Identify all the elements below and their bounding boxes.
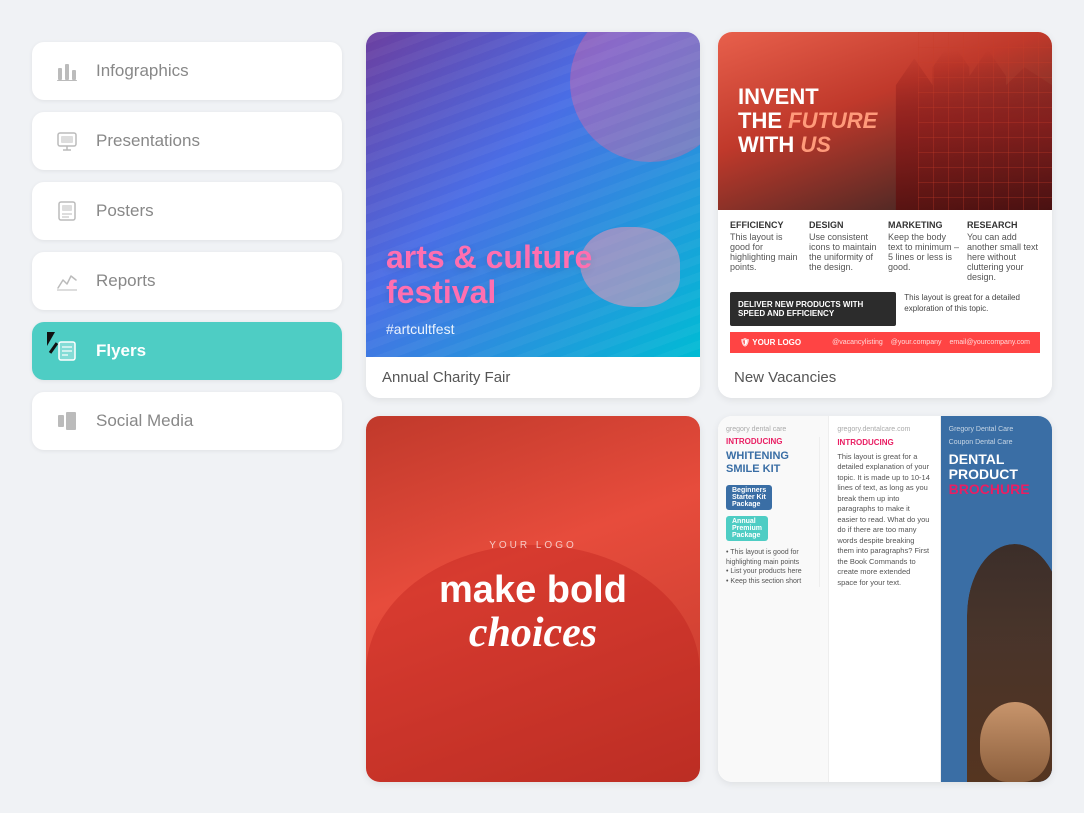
person-bg — [967, 544, 1052, 782]
arts-festival-card[interactable]: arts & culture festival #artcultfest Ann… — [366, 32, 700, 398]
arts-hashtag: #artcultfest — [386, 321, 680, 337]
posters-icon — [54, 200, 80, 222]
presentations-icon — [54, 130, 80, 152]
smile-kit-title: WHITENINGSMILE KIT — [726, 450, 819, 476]
dark-box: DELIVER NEW PRODUCTS WITH SPEED AND EFFI… — [730, 292, 896, 326]
tag-premium: AnnualPremiumPackage — [726, 516, 768, 541]
new-vacancies-card[interactable]: INVENTTHE FUTUREWITH US EFFICIENCY This … — [718, 32, 1052, 398]
sidebar-item-reports[interactable]: Reports — [32, 252, 342, 310]
feature-marketing: MARKETING Keep the body text to minimum … — [888, 220, 961, 282]
main-container: Infographics Presentations — [12, 12, 1072, 802]
social-link-3: email@yourcompany.com — [949, 339, 1030, 346]
tag-beginners: BeginnersStarter KitPackage — [726, 485, 772, 510]
city-background: INVENTTHE FUTUREWITH US — [718, 32, 1052, 211]
sidebar-item-reports-label: Reports — [96, 271, 156, 291]
mid-body-text: This layout is great for a detailed expl… — [837, 452, 931, 589]
arts-festival-label: Annual Charity Fair — [366, 357, 700, 398]
grid-overlay — [918, 32, 1052, 211]
arts-festival-image: arts & culture festival #artcultfest — [366, 32, 700, 357]
arts-title: arts & culture festival — [386, 240, 680, 310]
sidebar-item-posters-label: Posters — [96, 201, 154, 221]
vacancies-subbox: DELIVER NEW PRODUCTS WITH SPEED AND EFFI… — [730, 292, 1040, 326]
content-grid: arts & culture festival #artcultfest Ann… — [366, 32, 1052, 782]
sidebar-item-social-media-label: Social Media — [96, 411, 193, 431]
feature-design: DESIGN Use consistent icons to maintain … — [809, 220, 882, 282]
sidebar-item-social-media[interactable]: Social Media — [32, 392, 342, 450]
dental-brochure-title: DENTALPRODUCTBROCHURE — [949, 452, 1044, 498]
sidebar: Infographics Presentations — [32, 32, 342, 782]
vacancies-footer: 🛡 YOUR LOGO @vacancylisting @your.compan… — [730, 332, 1040, 353]
sidebar-item-infographics[interactable]: Infographics — [32, 42, 342, 100]
vacancies-headline: INVENTTHE FUTUREWITH US — [738, 85, 877, 158]
dental-image: gregory dental care INTRODUCING WHITENIN… — [718, 416, 1052, 782]
bold-choices-card[interactable]: YOUR LOGO make bold choices — [366, 416, 700, 782]
social-link-1: @vacancylisting — [832, 339, 883, 346]
headline-text: INVENTTHE FUTUREWITH US — [738, 85, 877, 158]
feature-efficiency: EFFICIENCY This layout is good for highl… — [730, 220, 803, 282]
dental-right-header: Gregory Dental Care — [949, 426, 1044, 433]
introducing-label: INTRODUCING — [726, 437, 819, 446]
vacancies-bottom: EFFICIENCY This layout is good for highl… — [718, 210, 1052, 356]
cursor-indicator — [47, 332, 69, 360]
sidebar-item-infographics-label: Infographics — [96, 61, 189, 81]
infographics-icon — [54, 60, 80, 82]
dental-tags: BeginnersStarter KitPackage AnnualPremiu… — [726, 482, 819, 544]
sidebar-item-presentations-label: Presentations — [96, 131, 200, 151]
dental-middle: gregory.dentalcare.com INTRODUCING This … — [829, 416, 940, 782]
vacancies-content: INVENTTHE FUTUREWITH US EFFICIENCY This … — [718, 32, 1052, 357]
features-grid: EFFICIENCY This layout is good for highl… — [730, 220, 1040, 282]
dental-mid-header: gregory.dentalcare.com — [837, 426, 931, 433]
reports-icon — [54, 270, 80, 292]
dental-person-image — [967, 544, 1052, 782]
sidebar-item-flyers[interactable]: Flyers — [32, 322, 342, 380]
social-link-2: @your.company — [891, 339, 942, 346]
arts-card-content: arts & culture festival #artcultfest — [366, 32, 700, 357]
person-face — [980, 702, 1050, 782]
dental-whitening: INTRODUCING WHITENINGSMILE KIT Beginners… — [726, 437, 820, 588]
new-vacancies-label: New Vacancies — [718, 357, 1052, 398]
dental-left: gregory dental care INTRODUCING WHITENIN… — [718, 416, 829, 782]
bold-logo: YOUR LOGO — [489, 540, 577, 551]
social-media-icon — [54, 410, 80, 432]
feature-research: RESEARCH You can add another small text … — [967, 220, 1040, 282]
new-vacancies-image: INVENTTHE FUTUREWITH US EFFICIENCY This … — [718, 32, 1052, 357]
bold-make-text: make bold — [439, 571, 627, 609]
social-links: @vacancylisting @your.company email@your… — [832, 339, 1030, 346]
mid-intro: INTRODUCING — [837, 437, 931, 448]
sidebar-item-presentations[interactable]: Presentations — [32, 112, 342, 170]
bold-choices-text: choices — [469, 609, 597, 657]
text-box: This layout is great for a detailed expl… — [904, 292, 1040, 326]
sidebar-item-posters[interactable]: Posters — [32, 182, 342, 240]
dental-bullets: • This layout is good for highlighting m… — [726, 548, 819, 587]
vacancies-top: INVENTTHE FUTUREWITH US — [718, 32, 1052, 211]
bold-card-content: YOUR LOGO make bold choices — [366, 416, 700, 782]
sidebar-item-flyers-label: Flyers — [96, 341, 146, 361]
dental-content: gregory dental care INTRODUCING WHITENIN… — [718, 416, 1052, 782]
dental-card[interactable]: gregory dental care INTRODUCING WHITENIN… — [718, 416, 1052, 782]
dental-right: Gregory Dental Care Coupon Dental Care D… — [941, 416, 1052, 782]
bold-choices-image: YOUR LOGO make bold choices — [366, 416, 700, 782]
coupon-label: Coupon Dental Care — [949, 439, 1044, 446]
vacancies-logo: 🛡 YOUR LOGO — [740, 338, 801, 347]
dental-small-header: gregory dental care — [726, 426, 820, 433]
